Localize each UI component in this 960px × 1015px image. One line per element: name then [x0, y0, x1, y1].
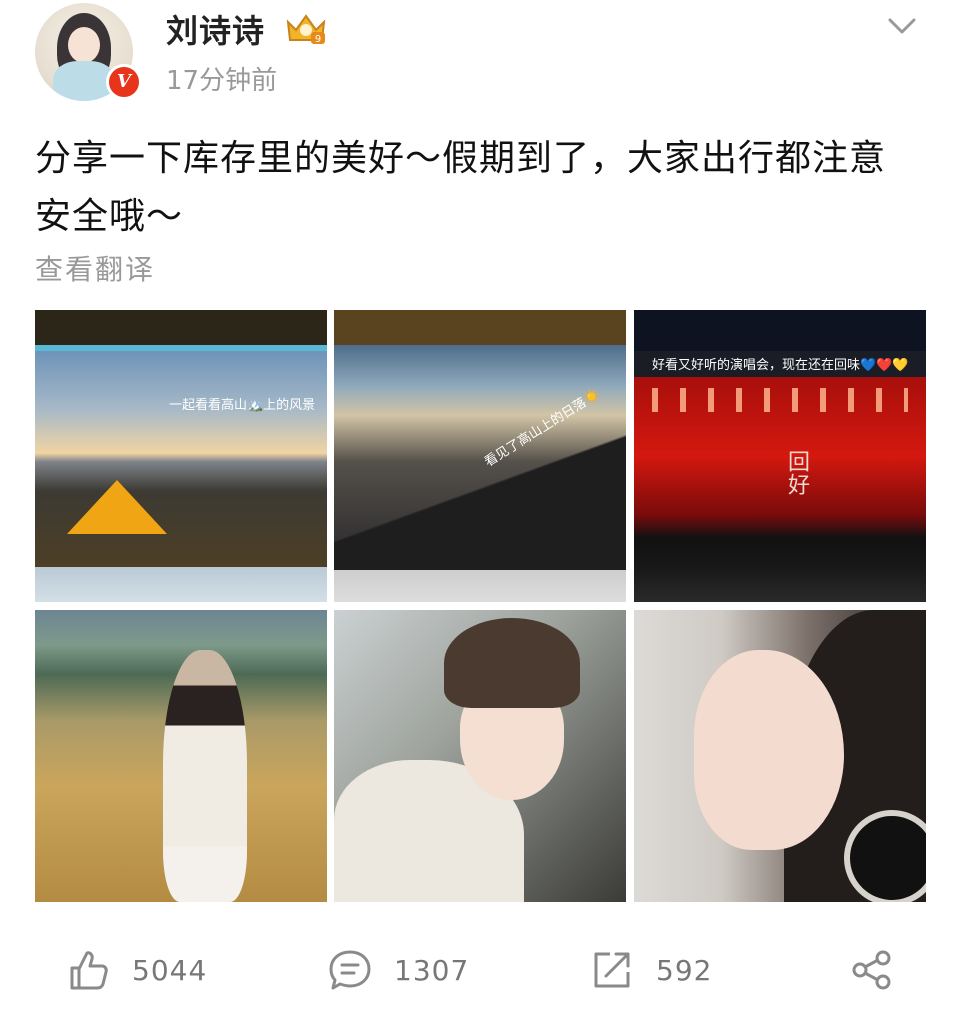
photo-3-caption: 好看又好听的演唱会，现在还在回味💙❤️💛 [652, 358, 909, 373]
action-bar: 5044 1307 592 [0, 940, 960, 1010]
photo-2[interactable]: 看见了高山上的日落☀️ [334, 310, 626, 602]
mountain-ridge-shape [334, 430, 626, 570]
thumbs-up-icon [70, 951, 108, 990]
repost-count: 592 [656, 953, 713, 987]
share-nodes-icon [852, 950, 891, 990]
image-grid: 一起看看高山🏔️上的风景 看见了高山上的日落☀️ 好看又好听的演唱会，现在还在回… [35, 310, 927, 902]
avatar-face [68, 27, 100, 63]
username[interactable]: 刘诗诗 [166, 6, 265, 52]
post-content: 分享一下库存里的美好～假期到了，大家出行都注意安全哦～ [35, 138, 887, 237]
comment-count: 1307 [394, 953, 470, 987]
stage-lights [652, 388, 908, 412]
person-beanie [444, 618, 580, 708]
photo-1-caption: 一起看看高山🏔️上的风景 [169, 398, 316, 413]
level-badge-number: 9 [315, 34, 321, 45]
photo-1[interactable]: 一起看看高山🏔️上的风景 [35, 310, 327, 602]
verified-badge-icon: V [106, 64, 142, 100]
photo-6[interactable] [634, 610, 926, 902]
photo-3[interactable]: 好看又好听的演唱会，现在还在回味💙❤️💛 回好 [634, 310, 926, 602]
photo-5[interactable] [334, 610, 626, 902]
crown-badge-icon[interactable]: 9 [284, 12, 328, 46]
share-button[interactable] [850, 940, 894, 1000]
post-header: V 刘诗诗 9 17分钟前 [0, 0, 960, 110]
like-count: 5044 [132, 953, 208, 987]
person-figure [163, 650, 247, 902]
translate-link[interactable]: 查看翻译 [35, 248, 155, 288]
post-time: 17分钟前 [166, 66, 278, 96]
like-button[interactable]: 5044 [66, 940, 207, 1000]
chevron-down-icon[interactable] [886, 12, 918, 40]
tent-shape [67, 480, 167, 534]
photo-3-stage-text: 回好 [784, 450, 809, 496]
comment-bubble-icon [329, 950, 371, 990]
share-out-icon [594, 952, 630, 988]
photo-4[interactable] [35, 610, 327, 902]
repost-button[interactable]: 592 [590, 940, 712, 1000]
comment-button[interactable]: 1307 [328, 940, 469, 1000]
